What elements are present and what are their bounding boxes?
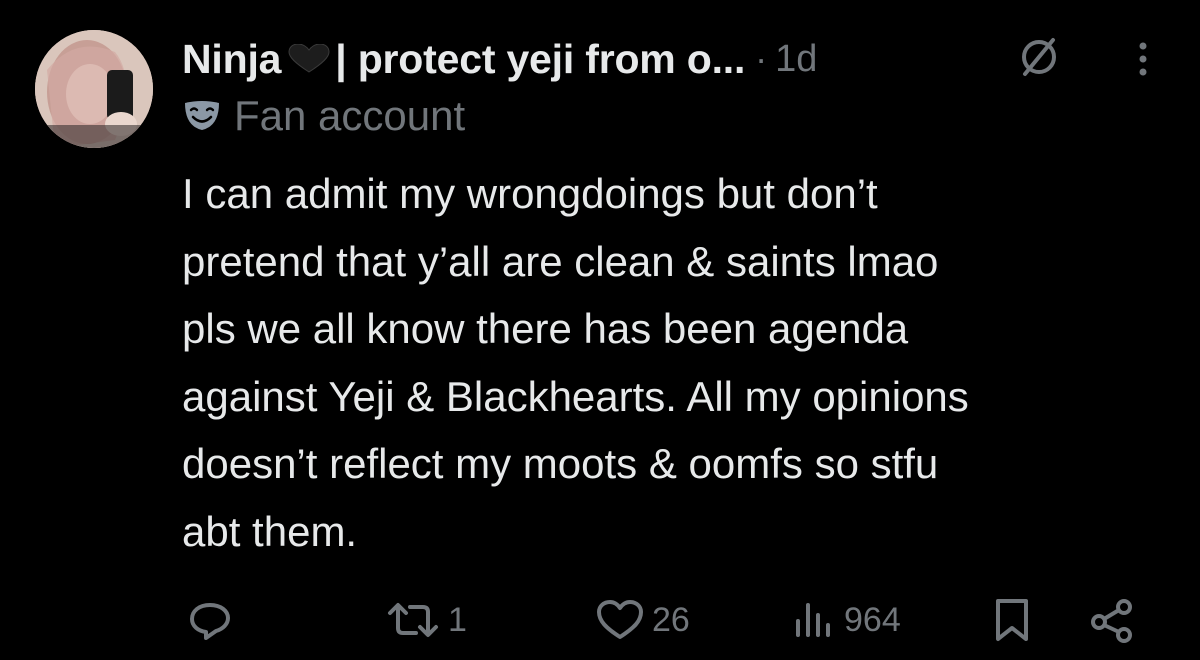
reply-button[interactable] — [185, 590, 241, 650]
heart-outline-icon — [597, 600, 643, 639]
tweet-text: I can admit my wrongdoings but don’t pre… — [182, 160, 1172, 565]
avatar-photo — [35, 30, 153, 148]
tweet-text-line: I can admit my wrongdoings but don’t — [182, 170, 878, 217]
repost-button[interactable]: 1 — [384, 590, 467, 650]
like-count: 26 — [652, 600, 690, 639]
tweet-text-line: doesn’t reflect my moots & oomfs so stfu — [182, 440, 939, 487]
share-icon — [1091, 599, 1132, 643]
tweet-text-line: abt them. — [182, 507, 358, 555]
views-button[interactable]: 964 — [790, 590, 901, 650]
theater-mask-icon — [185, 101, 219, 130]
black-heart-icon — [288, 44, 330, 73]
tweet-text-line: against Yeji & Blackhearts. All my opini… — [182, 372, 969, 420]
action-bar: 1 26 964 — [0, 590, 1200, 650]
repost-icon — [388, 603, 438, 637]
hidden-reply-icon[interactable] — [1017, 32, 1061, 82]
affiliation-label: Fan account — [234, 92, 466, 139]
tweet-text-line: pretend that y’all are clean & saints lm… — [182, 237, 939, 285]
tweet-header: Ninja | protect yeji from o... · 1d — [182, 28, 1182, 90]
views-icon — [796, 603, 830, 637]
reply-icon — [190, 603, 230, 640]
avatar[interactable] — [35, 30, 153, 148]
display-name[interactable]: Ninja — [182, 36, 281, 83]
bookmark-button[interactable] — [990, 590, 1034, 650]
more-vertical-icon[interactable] — [1130, 34, 1156, 84]
tweet-card[interactable]: Ninja | protect yeji from o... · 1d Fan … — [0, 0, 1200, 660]
like-button[interactable]: 26 — [594, 590, 690, 650]
display-name-suffix[interactable]: | protect yeji from o... — [335, 36, 745, 83]
bookmark-icon — [996, 599, 1028, 641]
views-count: 964 — [844, 600, 901, 639]
header-separator: · — [755, 38, 768, 79]
affiliation-badge[interactable]: Fan account — [182, 92, 465, 140]
repost-count: 1 — [448, 600, 467, 639]
tweet-text-line: pls we all know there has been agenda — [182, 305, 909, 352]
timestamp[interactable]: 1d — [775, 38, 817, 81]
share-button[interactable] — [1088, 590, 1138, 650]
